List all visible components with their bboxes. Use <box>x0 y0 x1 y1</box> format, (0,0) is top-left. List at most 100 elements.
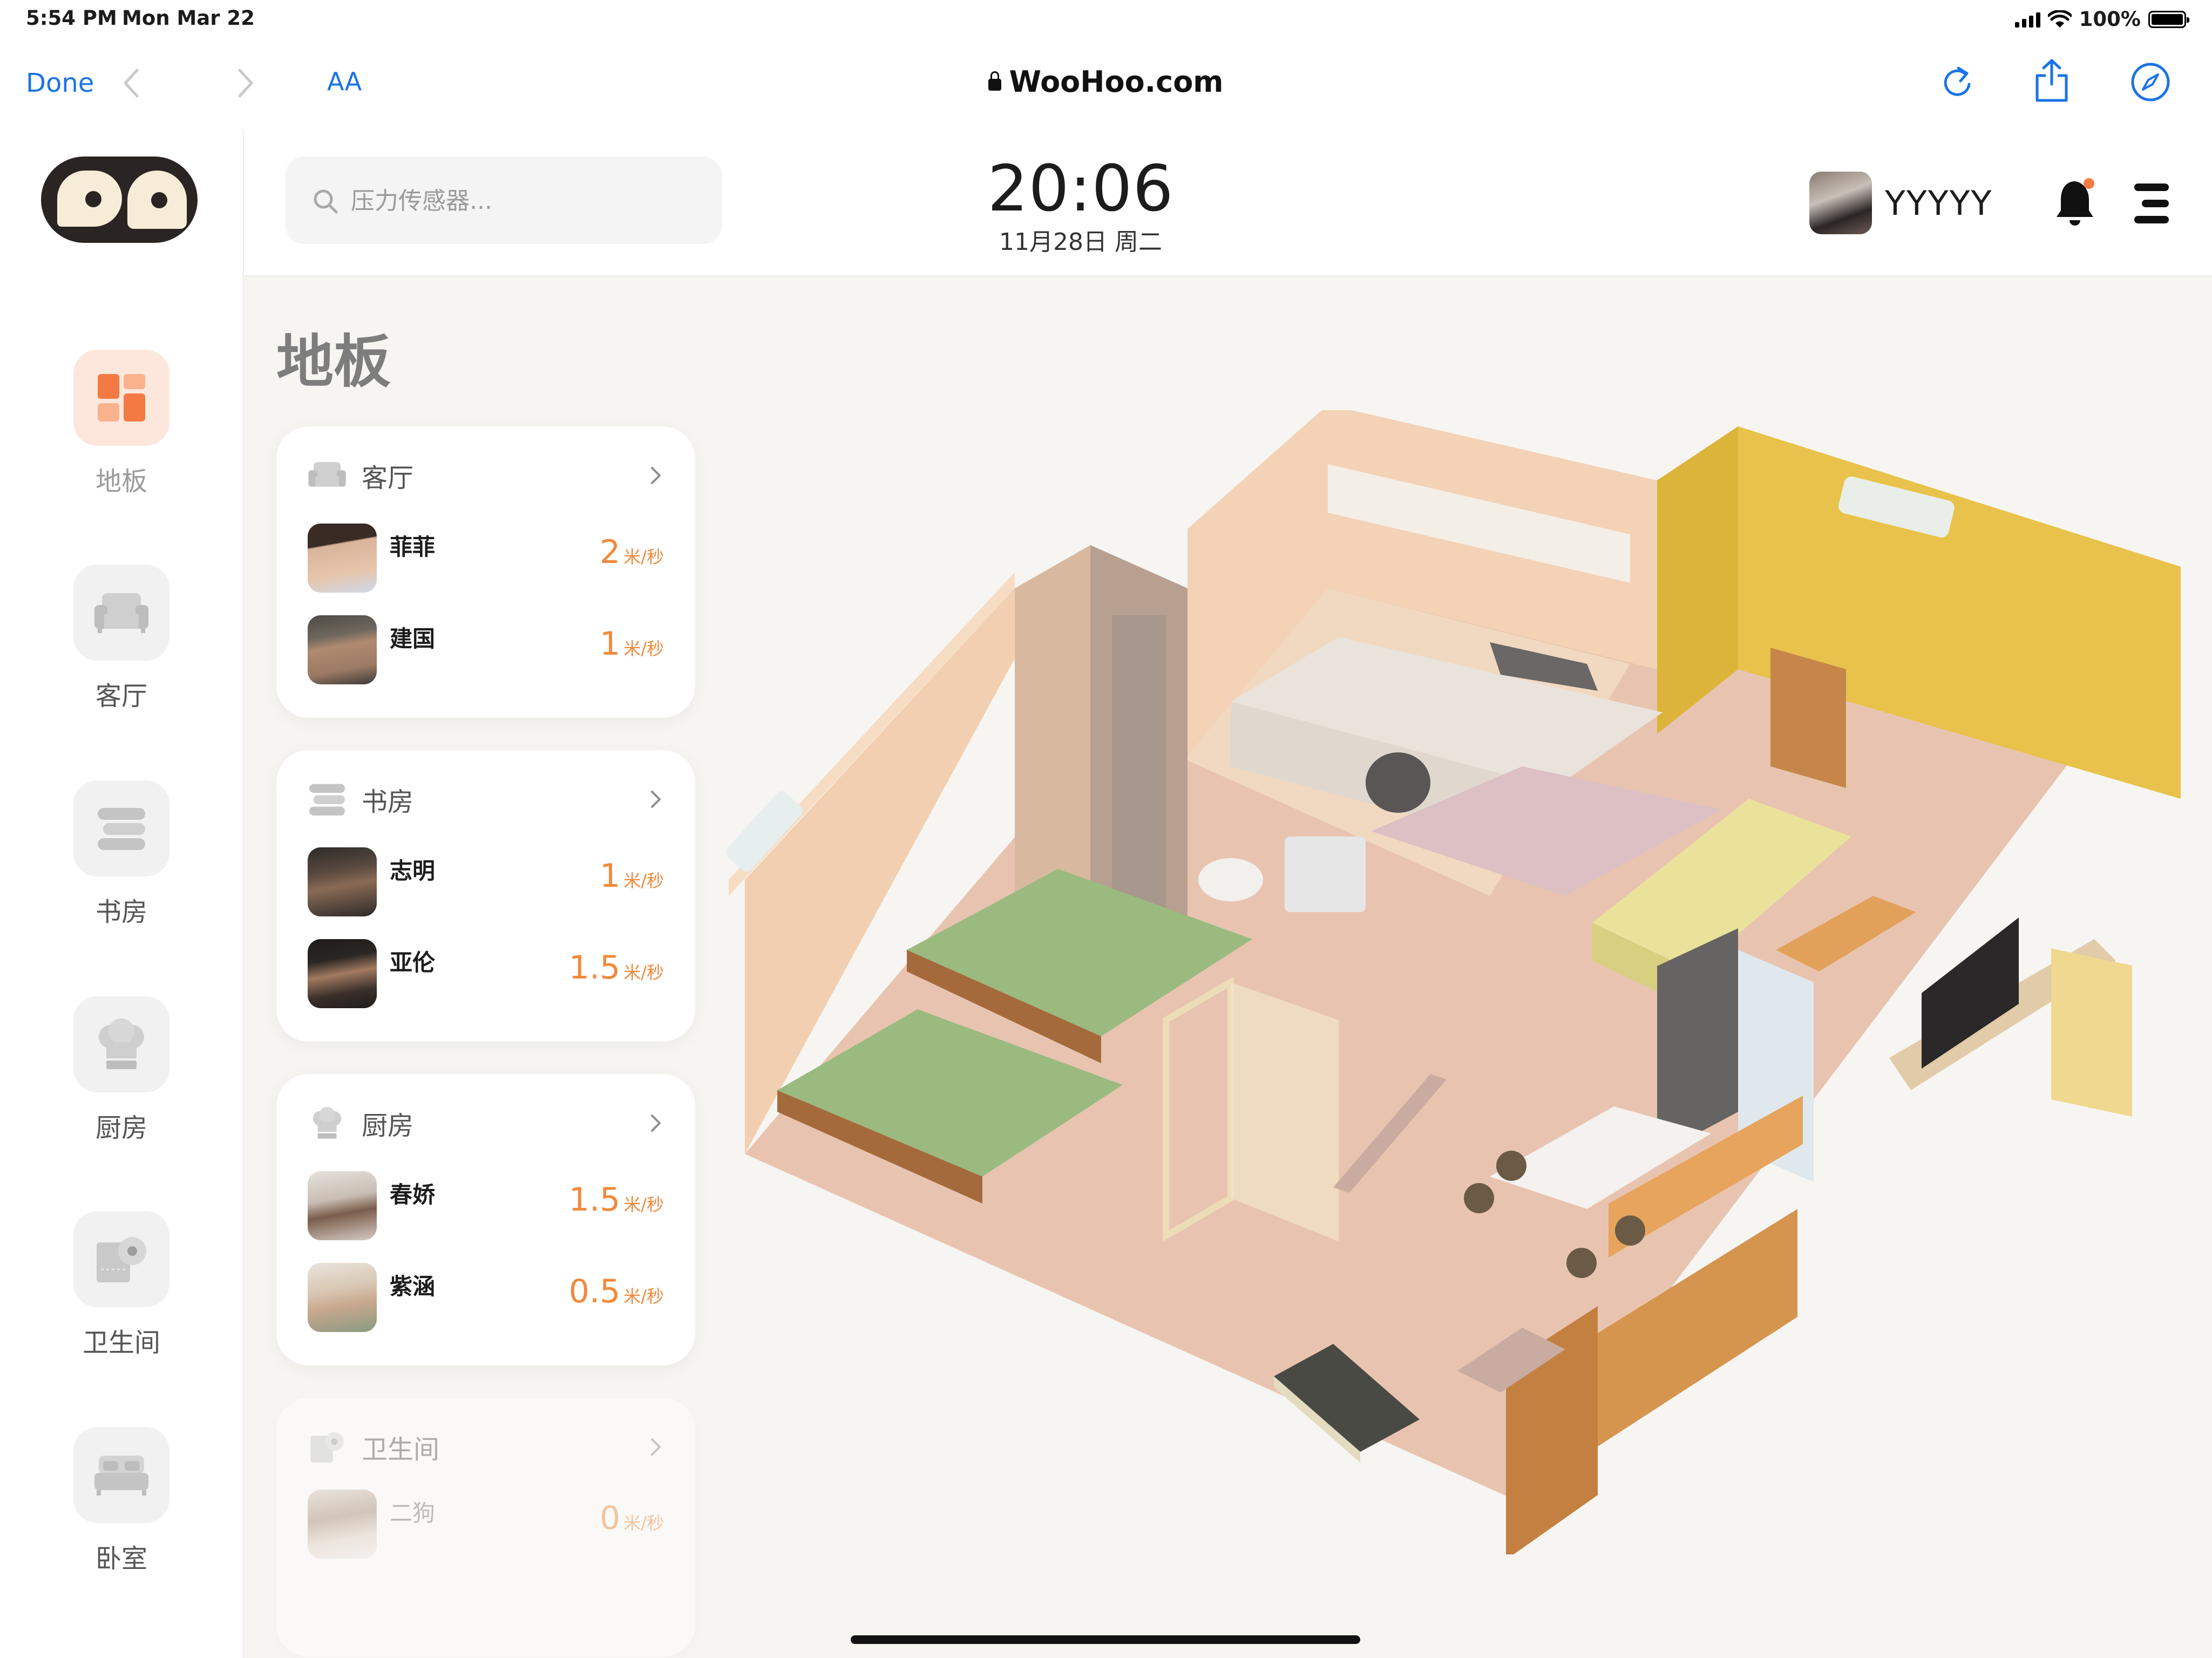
toilet <box>1198 858 1263 901</box>
user-name: YYYYY <box>1885 183 1993 223</box>
chevron-right-icon[interactable] <box>648 465 664 486</box>
search-input[interactable] <box>350 157 697 245</box>
browser-toolbar: Done AA WooHoo.com <box>0 40 2212 130</box>
member-name: 紫涵 <box>390 1273 436 1300</box>
member-row[interactable]: 春娇 1.5 米/秒 <box>308 1171 664 1240</box>
url-text: WooHoo.com <box>1009 65 1224 99</box>
speed-value: 1.5 米/秒 <box>568 1181 664 1219</box>
nav-label-study: 书房 <box>95 897 147 927</box>
speed-value: 1 米/秒 <box>600 625 664 663</box>
toilet-paper-icon <box>310 1432 344 1463</box>
sofa-icon <box>308 462 346 487</box>
member-name: 亚伦 <box>390 949 436 976</box>
room-card-living-room[interactable]: 客厅 菲菲 2 米/秒 建国 1 米/秒 <box>276 426 695 718</box>
member-row[interactable]: 志明 1 米/秒 <box>308 847 664 916</box>
reload-icon[interactable] <box>1939 60 1977 104</box>
app-header: 20:06 11月28日 周二 YYYYY <box>244 130 2212 276</box>
member-row[interactable]: 紫涵 0.5 米/秒 <box>308 1263 664 1332</box>
address-bar[interactable]: WooHoo.com <box>0 65 2212 99</box>
bell-icon[interactable] <box>2053 177 2099 229</box>
floor-plan-3d[interactable] <box>713 410 2202 1554</box>
card-header: 书房 <box>308 780 664 818</box>
card-header: 卫生间 <box>308 1428 664 1466</box>
card-header: 客厅 <box>308 457 664 494</box>
member-name: 二狗 <box>390 1500 436 1526</box>
member-row[interactable]: 二狗 0 米/秒 <box>308 1490 664 1559</box>
speed-value: 2 米/秒 <box>600 533 664 571</box>
member-row[interactable]: 菲菲 2 米/秒 <box>308 524 664 593</box>
menu-icon[interactable] <box>2131 181 2172 227</box>
member-row[interactable]: 建国 1 米/秒 <box>308 615 664 684</box>
share-icon[interactable] <box>2033 57 2071 103</box>
shower-glass <box>1112 615 1166 918</box>
status-indicators: 100% <box>2014 8 2189 31</box>
member-name: 菲菲 <box>390 534 436 560</box>
battery-icon <box>2148 10 2189 28</box>
nav-item-bedroom[interactable]: 卧室 <box>49 1427 194 1575</box>
card-header: 厨房 <box>308 1104 664 1142</box>
avatar <box>308 524 377 593</box>
wall-door <box>2051 948 2132 1117</box>
chair <box>1566 1248 1597 1278</box>
chevron-right-icon[interactable] <box>648 1436 664 1458</box>
nav-label-living-room: 客厅 <box>95 681 147 711</box>
chevron-right-icon[interactable] <box>648 1112 664 1134</box>
bookcase <box>1770 648 1846 788</box>
sofa-icon <box>94 593 148 633</box>
chef-hat-icon <box>99 1018 144 1069</box>
member-name: 建国 <box>390 626 436 652</box>
lock-icon <box>988 71 1002 91</box>
avatar <box>308 615 377 684</box>
nav-label-bedroom: 卧室 <box>95 1544 147 1574</box>
room-name: 客厅 <box>362 463 414 493</box>
user-profile[interactable]: YYYYY <box>1809 172 1992 234</box>
floor-grid-icon <box>98 374 145 422</box>
cellular-signal-icon <box>2014 11 2040 28</box>
room-card-bathroom[interactable]: 卫生间 二狗 0 米/秒 <box>276 1398 695 1657</box>
status-bar: 5:54 PM Mon Mar 22 100% <box>0 0 2212 40</box>
speed-value: 1.5 米/秒 <box>568 949 664 987</box>
shelf-back <box>1231 982 1339 1241</box>
room-name: 厨房 <box>362 1111 414 1141</box>
avatar[interactable] <box>1809 172 1872 234</box>
nav-item-bathroom[interactable]: 卫生间 <box>49 1211 194 1359</box>
home-indicator[interactable] <box>851 1635 1360 1644</box>
chair <box>1615 1215 1645 1246</box>
avatar <box>308 1490 377 1559</box>
compass-icon[interactable] <box>2129 60 2172 104</box>
bed-icon <box>94 1456 148 1496</box>
battery-percent: 100% <box>2079 8 2141 31</box>
toilet-paper-icon <box>97 1237 146 1282</box>
search-box[interactable] <box>285 157 722 245</box>
avatar <box>308 939 377 1008</box>
clock-date: 11月28日 周二 <box>999 228 1162 256</box>
speed-value: 0 米/秒 <box>600 1499 664 1537</box>
chair <box>1464 1183 1494 1213</box>
clock: 20:06 11月28日 周二 <box>967 151 1194 257</box>
room-card-kitchen[interactable]: 厨房 春娇 1.5 米/秒 紫涵 0.5 米/秒 <box>276 1074 695 1365</box>
avatar <box>308 1171 377 1240</box>
wifi-icon <box>2047 10 2072 28</box>
status-date: Mon Mar 22 <box>122 6 255 30</box>
member-name: 志明 <box>390 858 436 884</box>
nav-label-bathroom: 卫生间 <box>82 1328 160 1358</box>
room-card-study[interactable]: 书房 志明 1 米/秒 亚伦 1.5 米/秒 <box>276 750 695 1042</box>
search-icon <box>314 189 338 214</box>
nav-label-kitchen: 厨房 <box>95 1113 147 1143</box>
app-sidebar: 地板 客厅 书房 厨房 卫生间 卧室 <box>0 130 244 1658</box>
books-icon <box>309 784 345 816</box>
washing-machine <box>1366 752 1430 813</box>
chef-hat-icon <box>313 1107 342 1139</box>
avatar <box>308 1263 377 1332</box>
nav-item-floor[interactable]: 地板 <box>49 350 194 498</box>
member-row[interactable]: 亚伦 1.5 米/秒 <box>308 939 664 1008</box>
nav-item-kitchen[interactable]: 厨房 <box>49 996 194 1144</box>
nav-label-floor: 地板 <box>95 466 147 497</box>
chevron-right-icon[interactable] <box>648 789 664 810</box>
nav-item-living-room[interactable]: 客厅 <box>49 565 194 712</box>
member-name: 春娇 <box>390 1181 436 1208</box>
nav-item-study[interactable]: 书房 <box>49 780 194 928</box>
status-time: 5:54 PM <box>26 6 117 30</box>
room-name: 书房 <box>362 787 414 817</box>
room-name: 卫生间 <box>362 1435 440 1465</box>
